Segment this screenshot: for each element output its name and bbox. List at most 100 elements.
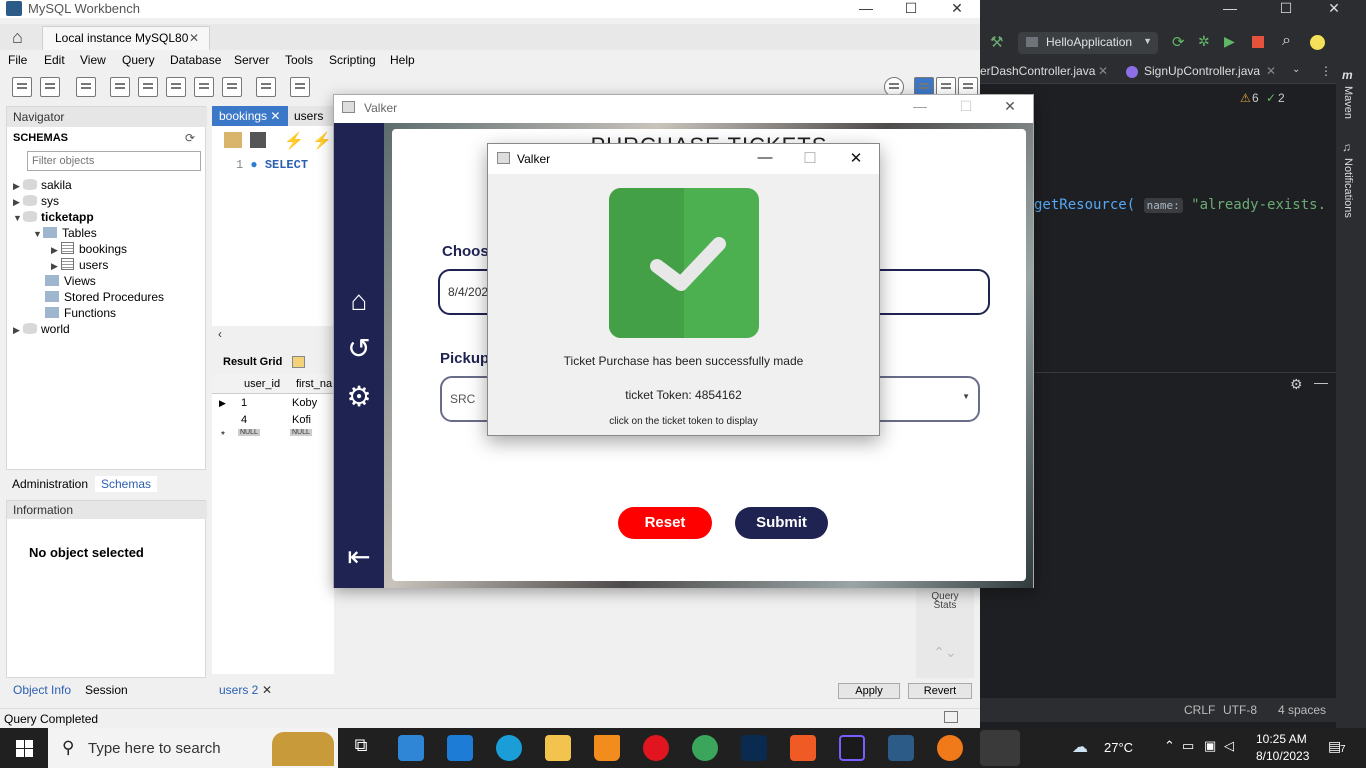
create-view-icon[interactable] — [166, 77, 186, 97]
tab-administration[interactable]: Administration — [6, 476, 94, 492]
expand-arrow-icon[interactable]: ▶ — [51, 261, 61, 272]
create-procedure-icon[interactable] — [194, 77, 214, 97]
open-file-icon[interactable] — [224, 132, 242, 148]
task-view-icon[interactable]: ⧉ — [348, 735, 374, 761]
minimize-icon[interactable]: — — [1210, 0, 1250, 18]
gear-icon[interactable]: ⚙ — [1290, 376, 1303, 393]
schema-world[interactable]: ▶ world — [13, 322, 70, 336]
expand-arrow-icon[interactable]: ▶ — [51, 245, 61, 256]
schema-sys[interactable]: ▶ sys — [13, 194, 59, 208]
close-icon[interactable]: ✕ — [990, 98, 1030, 116]
collapse-arrow-icon[interactable]: ▼ — [33, 229, 43, 239]
edge-icon[interactable] — [496, 735, 522, 761]
run-coverage-icon[interactable]: ▶ — [1224, 33, 1235, 50]
search-icon[interactable]: ⌕ — [1282, 32, 1291, 50]
check-icon[interactable]: ✓ — [1266, 91, 1276, 105]
indent-setting[interactable]: 4 spaces — [1278, 703, 1326, 717]
close-icon[interactable]: ✕ — [937, 0, 977, 18]
schema-sakila[interactable]: ▶ sakila — [13, 178, 72, 192]
search-table-data-icon[interactable] — [256, 77, 276, 97]
execute-icon[interactable]: ⚡ — [284, 131, 304, 151]
opera-icon[interactable] — [643, 735, 669, 761]
filter-objects-input[interactable] — [27, 151, 201, 171]
menu-query[interactable]: Query — [122, 53, 155, 67]
submit-button[interactable]: Submit — [735, 507, 828, 539]
logout-icon[interactable]: ⇤ — [343, 541, 375, 573]
tree-stored-procedures[interactable]: Stored Procedures — [45, 290, 164, 304]
java-app-icon[interactable] — [980, 730, 1020, 766]
table-cell[interactable]: Kofi — [292, 414, 311, 426]
menu-help[interactable]: Help — [390, 53, 415, 67]
create-schema-icon[interactable] — [110, 77, 130, 97]
line-separator[interactable]: CRLF — [1184, 703, 1215, 717]
maximize-icon[interactable]: ☐ — [795, 149, 825, 167]
menu-view[interactable]: View — [80, 53, 106, 67]
stop-icon[interactable] — [1252, 36, 1264, 48]
maximize-icon[interactable]: ☐ — [891, 0, 931, 18]
collapse-arrow-icon[interactable]: ▼ — [13, 213, 23, 223]
chevron-down-icon[interactable]: ⌄ — [1292, 64, 1300, 75]
close-tab-icon[interactable]: ✕ — [1098, 64, 1108, 78]
weather-temp[interactable]: 27°C — [1104, 740, 1133, 755]
tab-dash-controller[interactable]: erDashController.java — [980, 64, 1095, 78]
chrome-icon[interactable] — [692, 735, 718, 761]
photoshop-icon[interactable] — [741, 735, 767, 761]
maximize-icon[interactable]: ☐ — [946, 98, 986, 116]
menu-tools[interactable]: Tools — [285, 53, 313, 67]
result-grid-label[interactable]: Result Grid — [223, 356, 282, 368]
mysql-workbench-icon[interactable] — [888, 735, 914, 761]
table-cell[interactable]: 4 — [241, 414, 247, 426]
minimize-icon[interactable]: — — [750, 149, 780, 166]
expand-arrow-icon[interactable]: ▶ — [13, 181, 23, 192]
close-icon[interactable]: ✕ — [841, 149, 871, 167]
execute-current-icon[interactable]: ⚡ — [312, 131, 332, 151]
scroll-left-icon[interactable]: ‹ — [218, 327, 222, 341]
menu-scripting[interactable]: Scripting — [329, 53, 376, 67]
store-icon[interactable] — [398, 735, 424, 761]
close-icon[interactable]: ✕ — [1314, 0, 1354, 18]
maven-icon[interactable]: m — [1342, 68, 1353, 82]
tree-views[interactable]: Views — [45, 274, 96, 288]
menu-file[interactable]: File — [8, 53, 27, 67]
tab-signup-controller[interactable]: SignUpController.java — [1144, 64, 1260, 78]
ticket-token[interactable]: ticket Token: 4854162 — [488, 388, 879, 402]
bell-icon[interactable]: ♫ — [1342, 140, 1351, 154]
reconnect-icon[interactable] — [290, 77, 310, 97]
avatar[interactable] — [1310, 35, 1325, 50]
file-encoding[interactable]: UTF-8 — [1223, 703, 1257, 717]
battery-icon[interactable]: ▭ — [1182, 738, 1194, 754]
expand-arrow-icon[interactable]: ▶ — [13, 197, 23, 208]
tree-tables[interactable]: ▼ Tables — [33, 226, 97, 240]
schema-ticketapp[interactable]: ▼ ticketapp — [13, 210, 94, 224]
null-cell[interactable]: NULL — [238, 429, 260, 436]
close-tab-icon[interactable]: ✕ — [262, 683, 272, 697]
file-explorer-icon[interactable] — [545, 735, 571, 761]
tab-object-info[interactable]: Object Info — [13, 683, 71, 697]
clock-time[interactable]: 10:25 AM — [1256, 732, 1307, 746]
menu-edit[interactable]: Edit — [44, 53, 65, 67]
mail-icon[interactable] — [447, 735, 473, 761]
open-sql-script-icon[interactable] — [40, 77, 60, 97]
menu-database[interactable]: Database — [170, 53, 221, 67]
vlc-icon[interactable] — [594, 735, 620, 761]
column-header[interactable]: user_id — [244, 378, 280, 390]
intellij-icon[interactable] — [839, 735, 865, 761]
tab-schemas[interactable]: Schemas — [95, 476, 158, 492]
close-tab-icon[interactable]: ✕ — [270, 109, 280, 123]
refresh-icon[interactable]: ⟳ — [185, 131, 195, 145]
table-users[interactable]: ▶ users — [51, 258, 108, 272]
tree-functions[interactable]: Functions — [45, 306, 116, 320]
debug-icon[interactable]: ✲ — [1198, 33, 1210, 50]
scroll-arrows-icon[interactable]: ⌃⌄ — [916, 644, 974, 661]
chevron-up-icon[interactable]: ⌃ — [1164, 738, 1175, 754]
minimize-icon[interactable]: — — [846, 0, 886, 18]
create-function-icon[interactable] — [222, 77, 242, 97]
hide-icon[interactable]: — — [1314, 374, 1328, 390]
apply-button[interactable]: Apply — [838, 683, 900, 699]
column-header[interactable]: first_na — [296, 378, 332, 390]
volume-icon[interactable]: ◁ — [1224, 738, 1234, 754]
output-toggle-icon[interactable] — [944, 711, 958, 723]
maven-label[interactable]: Maven — [1342, 86, 1354, 119]
minimize-icon[interactable]: — — [900, 98, 940, 116]
maximize-icon[interactable]: ☐ — [1266, 0, 1306, 18]
